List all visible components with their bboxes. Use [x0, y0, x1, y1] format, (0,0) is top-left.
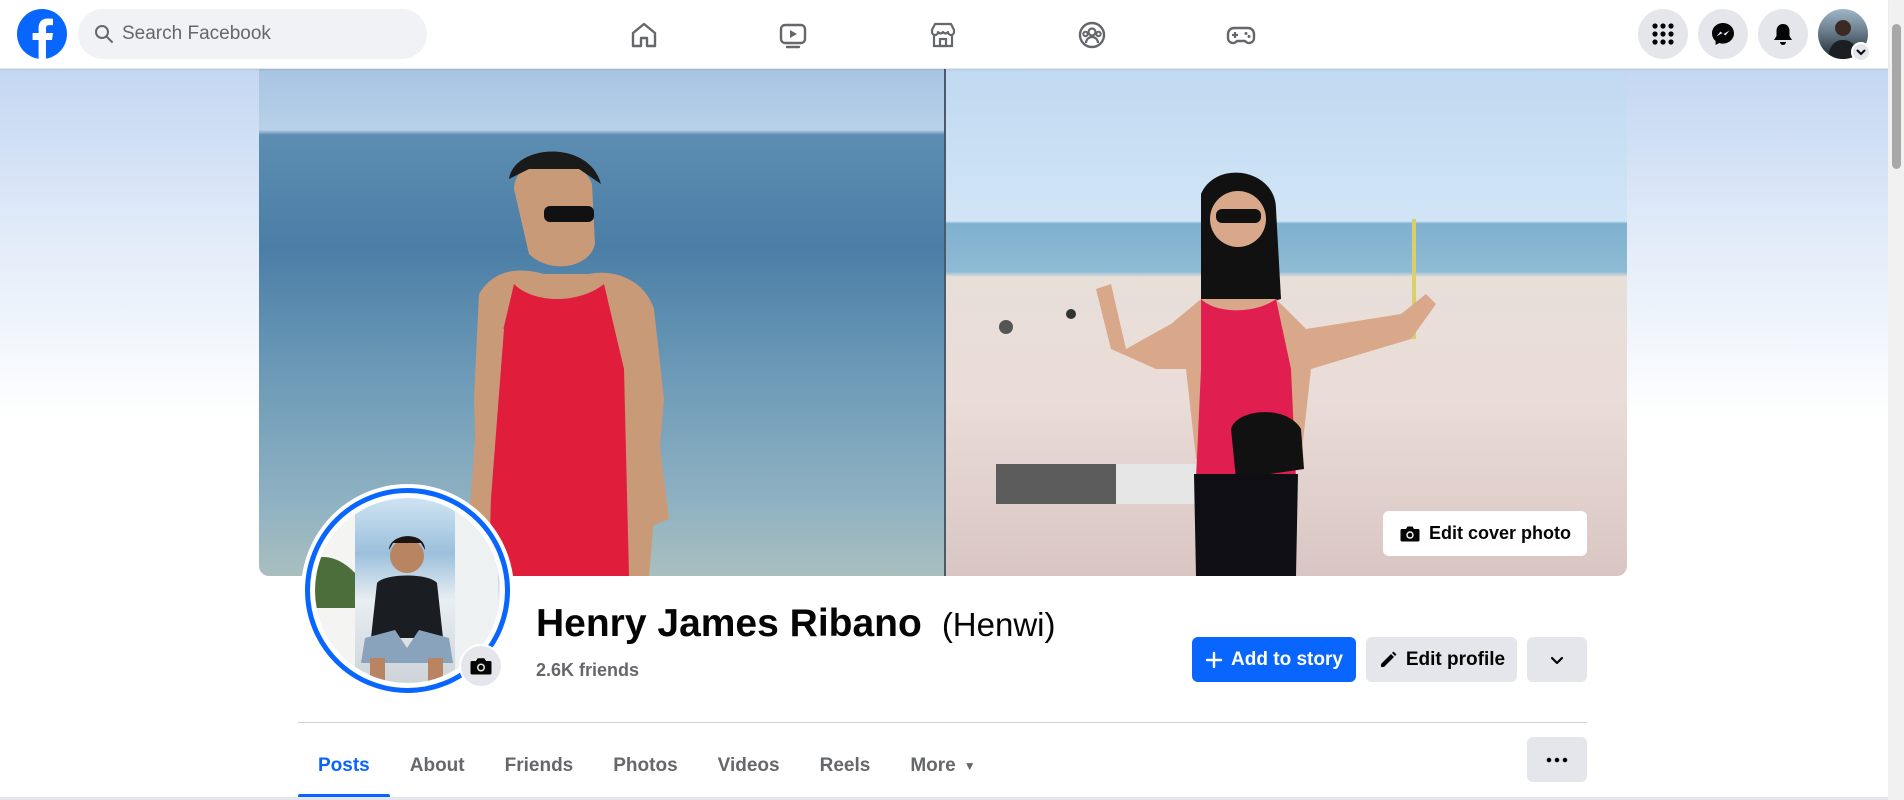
tab-posts-label: Posts	[318, 755, 370, 776]
plus-icon	[1205, 651, 1223, 668]
tab-reels[interactable]: Reels	[800, 735, 891, 797]
profile-name: Henry James Ribano	[536, 602, 922, 645]
edit-cover-photo-button[interactable]: Edit cover photo	[1382, 511, 1587, 556]
page-scrollbar[interactable]	[1888, 0, 1904, 800]
ellipsis-icon	[1546, 757, 1568, 762]
camera-icon	[1400, 526, 1420, 541]
menu-grid-icon[interactable]	[1638, 9, 1688, 59]
notifications-bell-icon[interactable]	[1758, 9, 1808, 59]
profile-divider	[298, 722, 1587, 723]
chevron-down-icon[interactable]	[1851, 42, 1871, 62]
edit-profile-label: Edit profile	[1405, 648, 1506, 670]
cover-photo-right-half: Edit cover photo	[944, 69, 1627, 576]
groups-icon[interactable]	[1070, 13, 1114, 57]
profile-tabs: Posts About Friends Photos Videos Reels …	[298, 735, 996, 798]
tab-photos-label: Photos	[613, 755, 678, 776]
video-icon[interactable]	[771, 13, 815, 57]
chevron-down-icon	[1550, 656, 1564, 664]
tab-photos[interactable]: Photos	[593, 735, 697, 797]
tab-about[interactable]: About	[390, 735, 485, 797]
messenger-icon[interactable]	[1698, 9, 1748, 59]
tab-more[interactable]: More ▼	[890, 735, 995, 797]
edit-profile-button[interactable]: Edit profile	[1366, 637, 1517, 682]
search-bar[interactable]	[78, 9, 427, 59]
top-navigation-bar	[0, 0, 1888, 69]
edit-cover-photo-label: Edit cover photo	[1428, 523, 1571, 543]
more-options-button[interactable]	[1527, 737, 1587, 782]
facebook-logo-icon[interactable]	[17, 9, 67, 59]
profile-name-line: Henry James Ribano (Henwi)	[536, 602, 1056, 646]
search-input[interactable]	[122, 23, 402, 45]
scrollbar-thumb[interactable]	[1892, 24, 1901, 169]
gaming-icon[interactable]	[1219, 13, 1263, 57]
add-to-story-label: Add to story	[1231, 648, 1343, 670]
camera-icon	[470, 658, 492, 675]
marketplace-icon[interactable]	[921, 13, 965, 57]
profile-options-dropdown[interactable]	[1527, 637, 1587, 682]
friends-count[interactable]: 2.6K friends	[536, 660, 639, 681]
tab-videos[interactable]: Videos	[698, 735, 800, 797]
tab-about-label: About	[409, 755, 465, 776]
tab-friends-label: Friends	[504, 755, 574, 776]
tab-posts[interactable]: Posts	[298, 735, 390, 798]
caret-down-icon: ▼	[963, 759, 976, 773]
add-to-story-button[interactable]: Add to story	[1192, 637, 1356, 682]
tab-friends[interactable]: Friends	[485, 735, 594, 797]
home-icon[interactable]	[622, 13, 666, 57]
update-profile-photo-button[interactable]	[459, 644, 503, 688]
tab-videos-label: Videos	[717, 755, 780, 776]
tab-more-label: More	[910, 755, 956, 776]
search-icon	[95, 25, 113, 43]
tab-reels-label: Reels	[819, 755, 871, 776]
profile-nickname: (Henwi)	[941, 606, 1056, 643]
pencil-icon	[1380, 651, 1397, 667]
